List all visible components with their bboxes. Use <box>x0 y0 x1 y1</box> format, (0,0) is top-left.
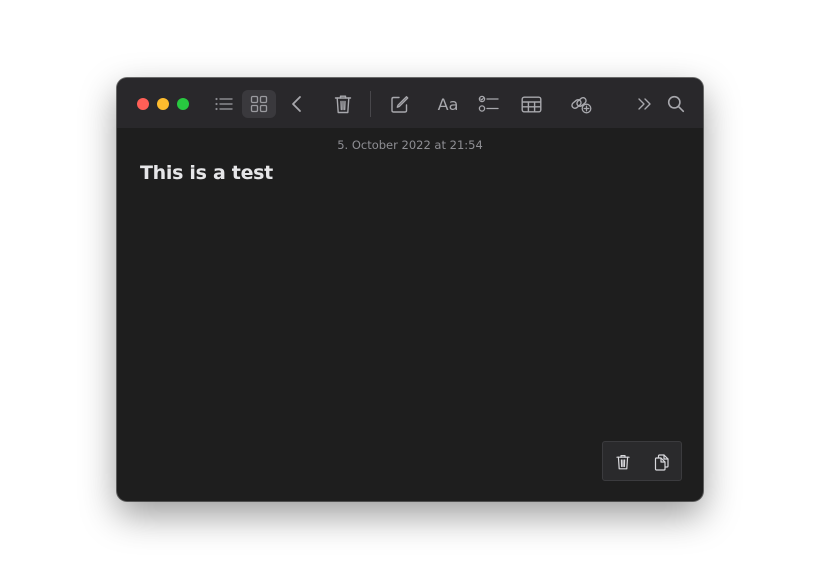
copy-icon <box>654 453 669 471</box>
collaborate-button[interactable] <box>564 90 598 118</box>
format-button[interactable]: Aa <box>431 90 465 118</box>
list-view-icon <box>215 97 233 111</box>
toolbar-separator <box>370 91 371 117</box>
gallery-view-button[interactable] <box>242 90 276 118</box>
floating-copy-button[interactable] <box>649 449 675 475</box>
zoom-window-button[interactable] <box>177 98 189 110</box>
compose-icon <box>390 95 408 113</box>
overflow-button[interactable] <box>628 90 662 118</box>
minimize-window-button[interactable] <box>157 98 169 110</box>
toolbar: Aa <box>117 78 703 128</box>
checklist-button[interactable] <box>472 90 506 118</box>
delete-note-button[interactable] <box>326 90 360 118</box>
back-chevron-icon <box>292 96 301 112</box>
floating-action-bar <box>602 441 682 481</box>
back-button[interactable] <box>280 90 314 118</box>
trash-icon <box>616 455 630 470</box>
new-note-button[interactable] <box>382 90 416 118</box>
collaborate-icon <box>571 97 592 114</box>
note-title[interactable]: This is a test <box>140 162 273 184</box>
list-view-button[interactable] <box>207 90 241 118</box>
note-date: 5. October 2022 at 21:54 <box>337 138 483 152</box>
table-button[interactable] <box>514 90 548 118</box>
overflow-chevrons-icon <box>638 98 651 110</box>
table-icon <box>521 96 542 113</box>
search-button[interactable] <box>659 90 693 118</box>
floating-delete-button[interactable] <box>610 449 636 475</box>
search-icon <box>667 95 685 113</box>
format-icon: Aa <box>437 94 459 114</box>
notes-window: Aa 5. October 2022 at 21:54 This is a te… <box>117 78 703 501</box>
trash-icon <box>334 95 352 114</box>
close-window-button[interactable] <box>137 98 149 110</box>
gallery-view-icon <box>250 95 268 113</box>
checklist-icon <box>478 95 499 112</box>
